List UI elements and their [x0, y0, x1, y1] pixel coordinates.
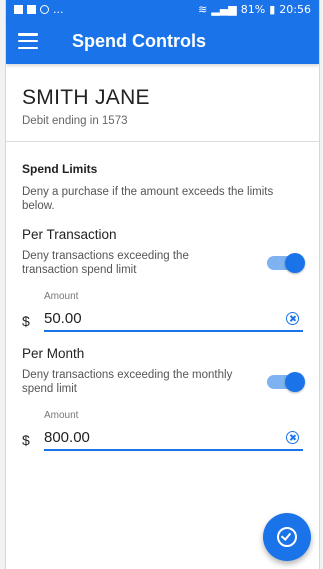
per-month-row: Deny transactions exceeding the monthly … [22, 368, 305, 396]
status-time: 20:56 [279, 2, 311, 16]
save-button[interactable] [263, 513, 311, 561]
per-transaction-amount-label: Amount [44, 291, 79, 302]
per-transaction-amount-value[interactable]: 50.00 [44, 310, 286, 327]
per-transaction-amount-row: $ 50.00 [22, 310, 303, 332]
currency-symbol: $ [22, 432, 30, 448]
per-month-amount-field[interactable]: 800.00 [44, 429, 303, 451]
app-bar: Spend Controls [6, 18, 319, 64]
per-transaction-row: Deny transactions exceeding the transact… [22, 249, 305, 277]
per-transaction-toggle[interactable] [267, 253, 305, 273]
status-left: ... [14, 3, 64, 16]
per-month-amount-block: Amount $ 800.00 [22, 410, 303, 451]
wifi-icon: ≋ [198, 2, 208, 16]
toggle-knob [285, 372, 305, 392]
menu-icon[interactable] [18, 33, 38, 49]
battery-icon: ▮ [269, 2, 276, 16]
check-circle-icon [277, 527, 297, 547]
spend-limits-description: Deny a purchase if the amount exceeds th… [22, 186, 274, 212]
status-right: ≋ ▂▄▆ 81% ▮ 20:56 [198, 3, 311, 16]
currency-symbol: $ [22, 313, 30, 329]
per-transaction-group: Per Transaction Deny transactions exceed… [22, 227, 305, 332]
account-header: SMITH JANE Debit ending in 1573 [6, 64, 319, 142]
phone-screen: ... ≋ ▂▄▆ 81% ▮ 20:56 Spend Controls SMI… [5, 0, 320, 569]
per-transaction-description: Deny transactions exceeding the transact… [22, 250, 189, 276]
app-icon [40, 4, 49, 14]
per-transaction-amount-field[interactable]: 50.00 [44, 310, 303, 332]
status-bar: ... ≋ ▂▄▆ 81% ▮ 20:56 [6, 0, 319, 18]
spend-limits-title: Spend Limits [22, 162, 98, 176]
toggle-knob [285, 253, 305, 273]
signal-icon: ▂▄▆ [211, 2, 237, 16]
page-title: Spend Controls [72, 30, 206, 51]
clear-icon[interactable] [286, 431, 299, 444]
per-month-group: Per Month Deny transactions exceeding th… [22, 346, 305, 451]
account-holder-name: SMITH JANE [22, 86, 150, 109]
per-month-toggle[interactable] [267, 372, 305, 392]
notification-icon [14, 4, 23, 14]
card-description: Debit ending in 1573 [22, 115, 128, 127]
per-month-description: Deny transactions exceeding the monthly … [22, 369, 233, 395]
status-ellipsis: ... [53, 2, 64, 16]
battery-percent: 81% [240, 2, 266, 16]
per-transaction-heading: Per Transaction [22, 227, 117, 242]
gallery-icon [27, 4, 36, 14]
per-month-amount-label: Amount [44, 410, 79, 421]
per-month-heading: Per Month [22, 346, 85, 361]
clear-icon[interactable] [286, 312, 299, 325]
per-transaction-amount-block: Amount $ 50.00 [22, 291, 303, 332]
per-month-amount-value[interactable]: 800.00 [44, 429, 286, 446]
spend-limits-section: Spend Limits Deny a purchase if the amou… [6, 142, 319, 451]
per-month-amount-row: $ 800.00 [22, 429, 303, 451]
